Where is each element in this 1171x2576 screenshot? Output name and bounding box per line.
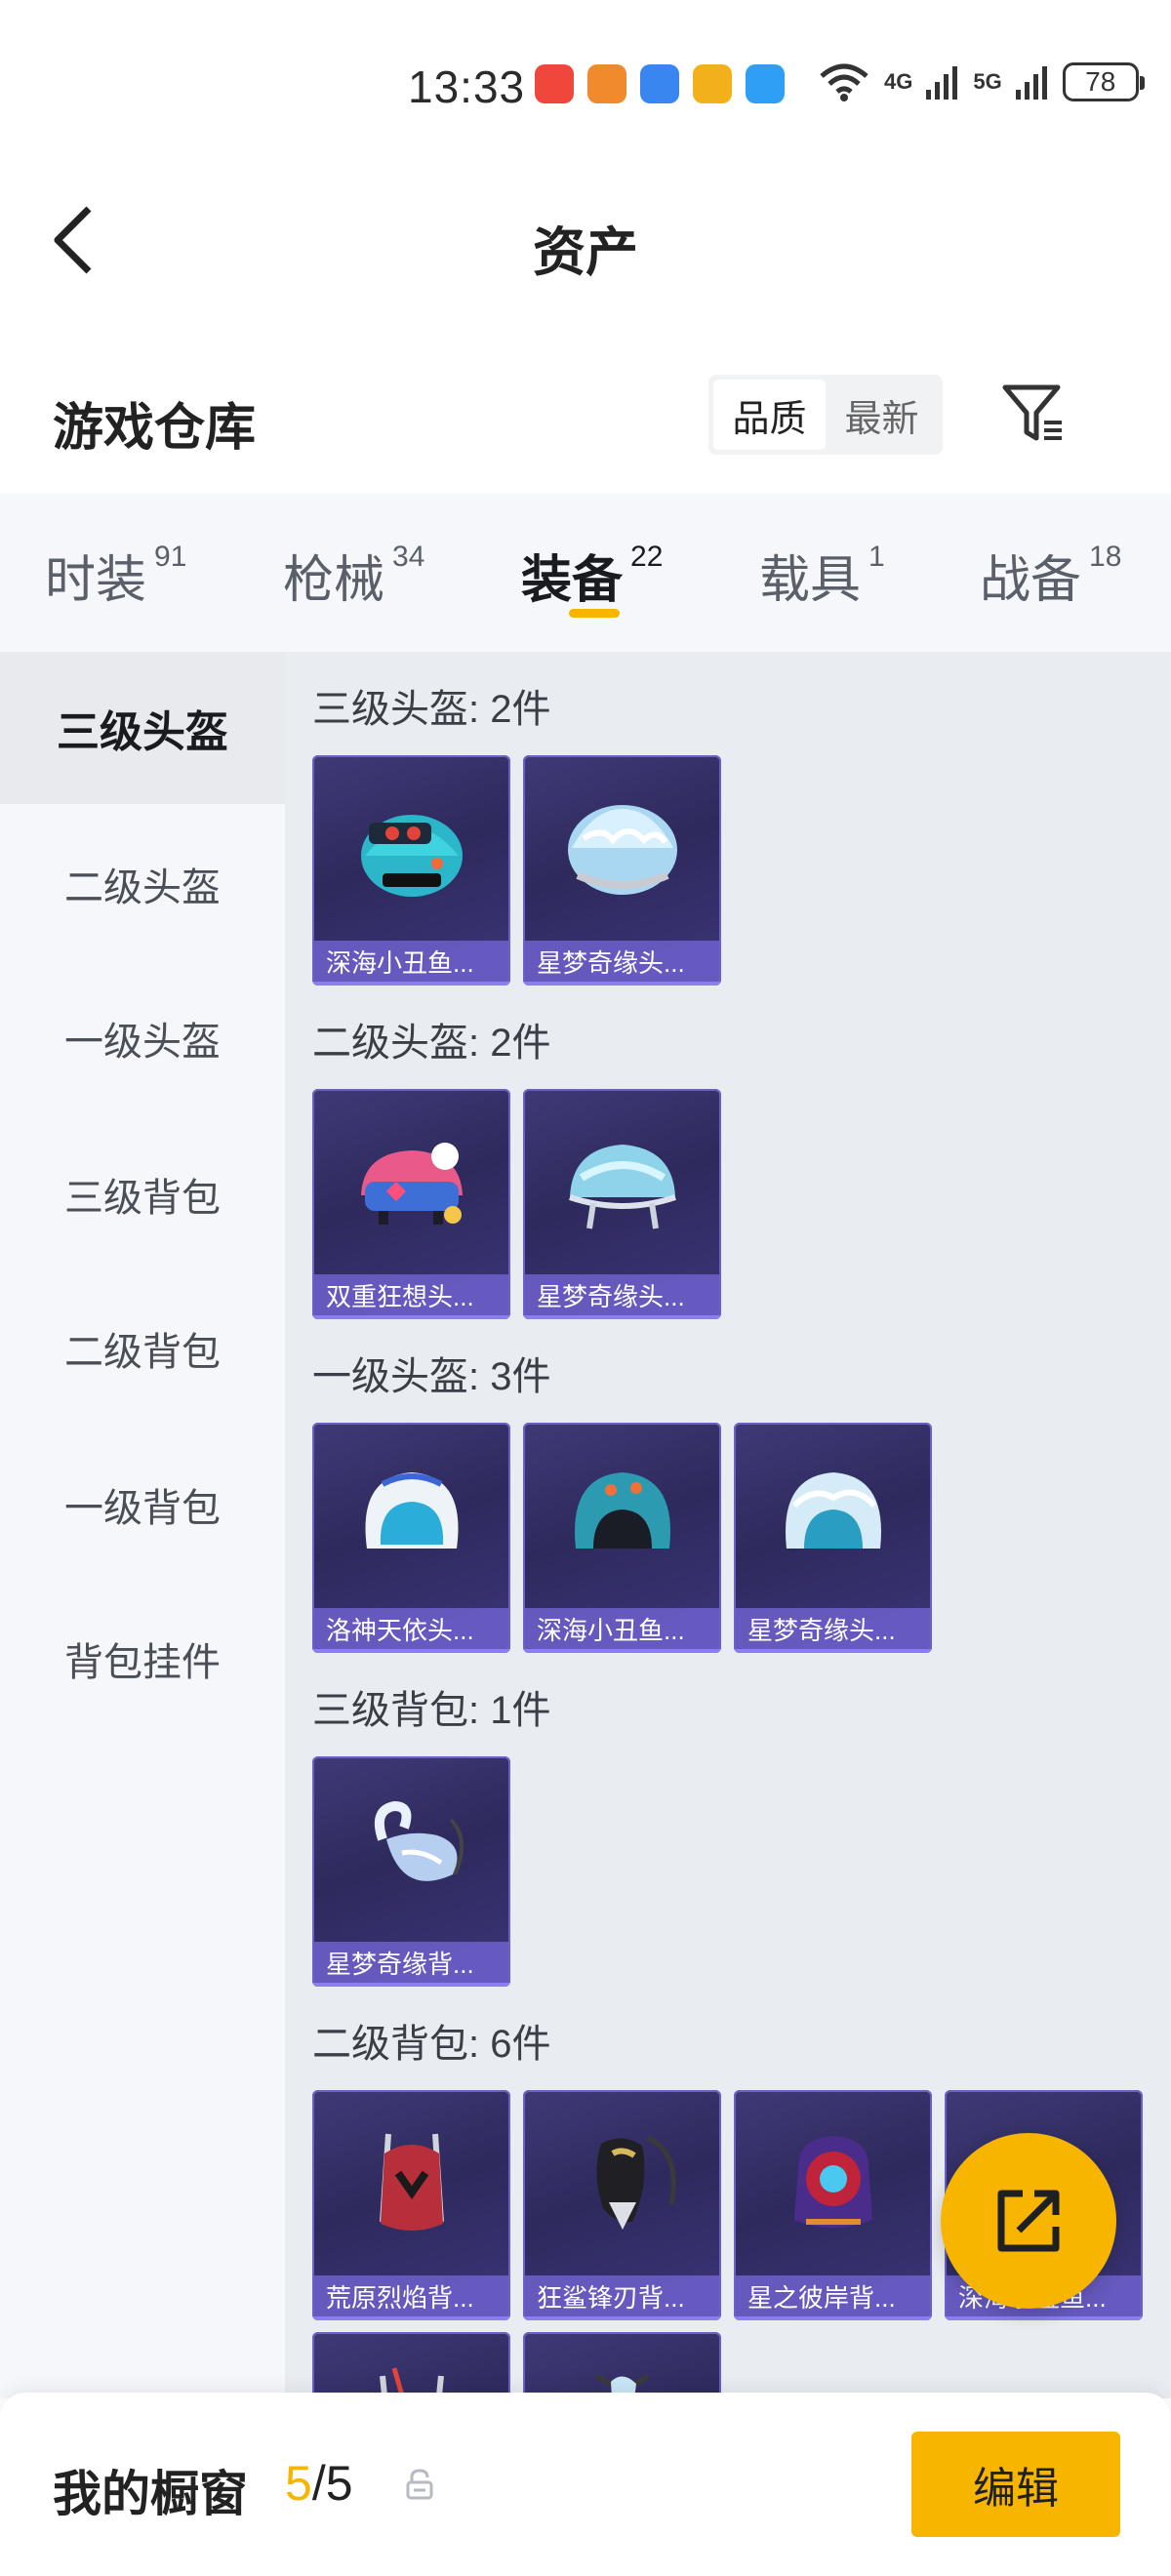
share-button[interactable]: [941, 2133, 1116, 2309]
subcategory-sidebar: 三级头盔 二级头盔 一级头盔 三级背包 二级背包 一级背包 背包挂件: [0, 652, 285, 2398]
item-card[interactable]: 狂鲨锋刃背...: [523, 2090, 721, 2320]
app-notification-icon: [640, 64, 679, 103]
tab-label: 枪械: [283, 552, 385, 609]
tab-count: 1: [868, 541, 885, 573]
item-name: 深海小丑鱼...: [523, 1608, 721, 1653]
group-title: 二级头盔: 2件: [312, 1022, 551, 1065]
edit-button[interactable]: 编辑: [911, 2432, 1120, 2537]
sort-by-quality[interactable]: 品质: [713, 380, 826, 450]
group-title: 三级背包: 1件: [312, 1689, 551, 1732]
section-title: 游戏仓库: [53, 400, 257, 457]
signal-icon: [926, 66, 958, 100]
helmet-icon: [312, 1089, 510, 1274]
backpack-icon: [523, 2090, 721, 2275]
tab-label: 装备: [521, 552, 624, 609]
item-card[interactable]: 深海小丑鱼...: [312, 755, 510, 986]
network-5g-label: 5G: [973, 69, 1002, 94]
group-title: 一级头盔: 3件: [312, 1355, 551, 1398]
active-tab-indicator: [569, 609, 620, 618]
tab-supplies[interactable]: 战备 18: [980, 539, 1121, 612]
wifi-icon: [820, 63, 868, 101]
item-card[interactable]: 星梦奇缘背...: [312, 1756, 510, 1987]
group-title: 三级头盔: 2件: [312, 688, 551, 731]
tab-label: 战备: [980, 552, 1082, 609]
showcase-count: 5/5: [285, 2455, 353, 2512]
sort-toggle: 品质 最新: [708, 375, 943, 455]
item-card[interactable]: 星梦奇缘头...: [523, 1089, 721, 1319]
backpack-icon: [523, 2332, 721, 2398]
tab-count: 34: [392, 541, 425, 573]
tab-weapons[interactable]: 枪械 34: [283, 539, 424, 612]
item-name: 星梦奇缘头...: [523, 941, 721, 986]
item-name: 星梦奇缘背...: [312, 1942, 510, 1987]
item-name: 星梦奇缘头...: [734, 1608, 932, 1653]
item-card[interactable]: 深海小丑鱼...: [523, 1423, 721, 1653]
backpack-icon: [312, 2332, 510, 2398]
helmet-icon: [734, 1423, 932, 1608]
sidebar-item-level3-backpack[interactable]: 三级背包: [0, 1118, 285, 1270]
item-card[interactable]: [312, 2332, 510, 2398]
filter-button[interactable]: [997, 377, 1068, 451]
network-4g-label: 4G: [884, 69, 913, 94]
item-name: 洛神天依头...: [312, 1608, 510, 1653]
sort-by-newest[interactable]: 最新: [826, 380, 938, 450]
item-name: 星之彼岸背...: [734, 2275, 932, 2320]
app-notification-icon: [587, 64, 626, 103]
tab-equipment[interactable]: 装备 22: [521, 539, 663, 612]
showcase-title: 我的橱窗: [53, 2467, 248, 2521]
tab-costume[interactable]: 时装 91: [45, 539, 186, 612]
showcase-total: /5: [311, 2456, 353, 2511]
item-card[interactable]: 荒原烈焰背...: [312, 2090, 510, 2320]
item-card[interactable]: 星梦奇缘头...: [734, 1423, 932, 1653]
helmet-icon: [523, 755, 721, 941]
category-tabs: 时装 91 枪械 34 装备 22 载具 1 战备 18: [0, 494, 1171, 652]
showcase-current: 5: [285, 2456, 312, 2511]
status-bar: 13:33 4G 5G 78: [0, 0, 1171, 166]
app-notification-icon: [535, 64, 574, 103]
item-name: 双重狂想头...: [312, 1274, 510, 1319]
helmet-icon: [523, 1089, 721, 1274]
item-card[interactable]: [523, 2332, 721, 2398]
battery-icon: 78: [1062, 62, 1145, 101]
item-name: 深海小丑鱼...: [312, 941, 510, 986]
tab-count: 91: [154, 541, 187, 573]
filter-icon: [1002, 384, 1062, 441]
helmet-icon: [523, 1423, 721, 1608]
status-time: 13:33: [408, 61, 526, 112]
tab-label: 时装: [45, 552, 147, 609]
status-indicators: 4G 5G 78: [818, 62, 1145, 101]
item-name: 狂鲨锋刃背...: [523, 2275, 721, 2320]
sidebar-item-level3-helmet[interactable]: 三级头盔: [0, 652, 285, 804]
group-title: 二级背包: 6件: [312, 2023, 551, 2066]
page-title: 资产: [533, 223, 638, 282]
lock-icon: [406, 2469, 433, 2500]
sidebar-item-level2-backpack[interactable]: 二级背包: [0, 1272, 285, 1425]
sidebar-item-level1-backpack[interactable]: 一级背包: [0, 1429, 285, 1581]
item-card[interactable]: 双重狂想头...: [312, 1089, 510, 1319]
item-card[interactable]: 星梦奇缘头...: [523, 755, 721, 986]
tab-count: 22: [630, 541, 664, 573]
battery-level: 78: [1085, 66, 1116, 97]
sidebar-item-level2-helmet[interactable]: 二级头盔: [0, 808, 285, 960]
showcase-bar: 我的橱窗 5/5 编辑: [0, 2393, 1171, 2576]
helmet-icon: [312, 755, 510, 941]
item-name: 星梦奇缘头...: [523, 1274, 721, 1319]
signal-icon: [1015, 66, 1047, 100]
app-notification-icon: [746, 64, 785, 103]
sidebar-item-backpack-charm[interactable]: 背包挂件: [0, 1583, 285, 1735]
item-card[interactable]: 星之彼岸背...: [734, 2090, 932, 2320]
sidebar-item-level1-helmet[interactable]: 一级头盔: [0, 962, 285, 1114]
helmet-icon: [312, 1423, 510, 1608]
backpack-icon: [312, 2090, 510, 2275]
backpack-icon: [312, 1756, 510, 1942]
tab-vehicles[interactable]: 载具 1: [759, 539, 885, 612]
backpack-icon: [734, 2090, 932, 2275]
notification-icons: [535, 64, 785, 103]
tab-count: 18: [1089, 541, 1122, 573]
tab-label: 载具: [759, 552, 862, 609]
item-name: 荒原烈焰背...: [312, 2275, 510, 2320]
share-icon: [997, 2190, 1060, 2252]
app-notification-icon: [693, 64, 732, 103]
item-card[interactable]: 洛神天依头...: [312, 1423, 510, 1653]
